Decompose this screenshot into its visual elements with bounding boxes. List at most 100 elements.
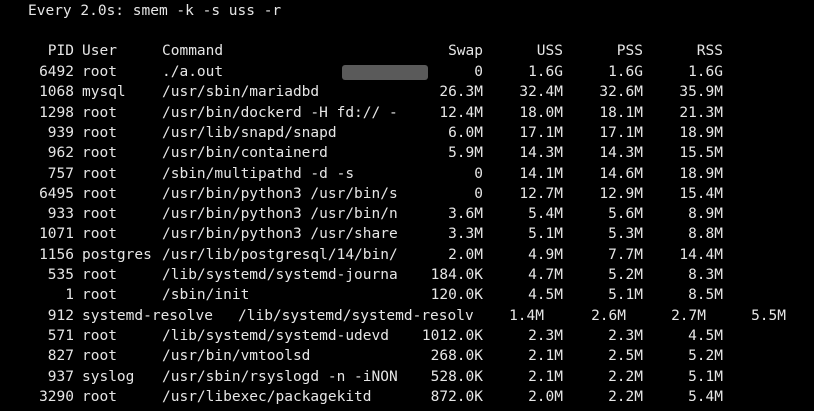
- pid-cell: 912: [47, 307, 74, 324]
- rss-cell: 5.4M: [688, 388, 723, 405]
- pid-cell: 1298: [39, 104, 74, 121]
- swap-cell: 1012.0K: [421, 327, 483, 344]
- pss-cell: 14.3M: [599, 145, 643, 162]
- user-cell: root: [82, 287, 117, 304]
- command-cell: /usr/bin/python3 /usr/bin/s: [162, 185, 398, 202]
- command-cell: /lib/systemd/systemd-journa: [162, 267, 398, 283]
- uss-cell: 2.3M: [528, 327, 563, 344]
- command-cell: /usr/bin/vmtoolsd: [162, 348, 311, 365]
- command-cell: /sbin/multipathd -d -s: [162, 165, 355, 182]
- command-cell: /usr/bin/python3 /usr/share: [162, 226, 398, 243]
- pss-cell: 18.1M: [599, 104, 643, 121]
- rss-cell: 8.8M: [688, 226, 723, 243]
- watch-header: Every 2.0s: smem -k -s uss -r: [28, 3, 282, 19]
- table-row: 1071 root/usr/bin/python3 /usr/share 3.3M 5…: [0, 224, 814, 244]
- rss-cell: 4.5M: [688, 327, 723, 344]
- swap-cell: 3.6M: [448, 206, 483, 223]
- rss-cell: 1.6G: [688, 64, 723, 80]
- command-cell: /usr/libexec/packagekitd: [162, 388, 372, 405]
- rss-cell: 15.5M: [679, 145, 723, 162]
- table-row: 757 root/sbin/multipathd -d -s 0 14.1M 14.6M…: [0, 164, 814, 184]
- swap-cell: 0: [474, 185, 483, 202]
- user-cell: root: [82, 145, 117, 162]
- uss-cell: 4.9M: [528, 246, 563, 263]
- pss-cell: 2.5M: [608, 348, 643, 365]
- uss-cell: 2.1M: [528, 368, 563, 385]
- pss-cell: 14.6M: [599, 165, 643, 182]
- command-cell: /usr/bin/dockerd -H fd:// -: [162, 104, 398, 121]
- pss-cell: 5.2M: [608, 267, 643, 283]
- command-cell: /usr/sbin/rsyslogd -n -iNON: [162, 368, 398, 385]
- table-header: PID User Command Swap USS PSS RSS: [0, 41, 814, 61]
- pss-cell: 2.2M: [608, 368, 643, 385]
- rss-cell: 35.9M: [679, 84, 723, 101]
- command-cell: /usr/sbin/mariadbd: [162, 84, 320, 101]
- rss-cell: 8.3M: [688, 267, 723, 283]
- redaction-block: [342, 65, 428, 80]
- pss-cell: 5.6M: [608, 206, 643, 223]
- table-row: 1298 root/usr/bin/dockerd -H fd:// - 12.4M…: [0, 103, 814, 123]
- column-header-command: Command: [162, 43, 224, 59]
- swap-cell: 528.0K: [430, 368, 483, 385]
- user-cell: root: [82, 327, 117, 344]
- table-row: 933 root/usr/bin/python3 /usr/bin/n 3.6M 5.…: [0, 204, 814, 224]
- pss-cell: 5.3M: [608, 226, 643, 243]
- command-cell: /usr/bin/containerd: [162, 145, 328, 162]
- table-row: 571 root/lib/systemd/systemd-udevd 1012.0K…: [0, 326, 814, 346]
- user-cell: root: [82, 165, 117, 182]
- uss-cell: 5.4M: [528, 206, 563, 223]
- pid-cell: 571: [47, 327, 74, 344]
- table-row: 1068 mysql/usr/sbin/mariadbd 26.3M 32.4M 32.…: [0, 82, 814, 102]
- swap-cell: 6.0M: [448, 124, 483, 141]
- pid-cell: 933: [47, 206, 74, 223]
- uss-cell: 2.6M: [591, 307, 626, 324]
- swap-cell: 120.0K: [430, 287, 483, 304]
- rss-cell: 5.2M: [688, 348, 723, 365]
- pid-cell: 757: [47, 165, 74, 182]
- command-cell: /lib/systemd/systemd-resolv: [238, 307, 474, 324]
- command-cell: /sbin/init: [162, 287, 250, 304]
- command-cell: /usr/bin/python3 /usr/bin/n: [162, 206, 398, 223]
- pss-cell: 2.2M: [608, 388, 643, 405]
- column-header-rss: RSS: [696, 43, 723, 59]
- user-cell: syslog: [82, 368, 135, 385]
- table-row: 6492 root ./a.out 0 1.6G 1.6G 1.6G: [0, 62, 814, 82]
- pid-cell: 1071: [39, 226, 74, 243]
- swap-cell: 1.4M: [509, 307, 544, 324]
- rss-cell: 8.9M: [688, 206, 723, 223]
- rss-cell: 18.9M: [679, 165, 723, 182]
- pss-cell: 17.1M: [599, 124, 643, 141]
- swap-cell: 184.0K: [430, 267, 483, 283]
- pss-cell: 7.7M: [608, 246, 643, 263]
- terminal-window[interactable]: Every 2.0s: smem -k -s uss -r PID User C…: [0, 0, 814, 411]
- uss-cell: 2.0M: [528, 388, 563, 405]
- pss-cell: 32.6M: [599, 84, 643, 101]
- pid-cell: 6495: [39, 185, 74, 202]
- pss-cell: 2.3M: [608, 327, 643, 344]
- uss-cell: 1.6G: [528, 64, 563, 80]
- user-cell: root: [82, 388, 117, 405]
- rss-cell: 8.5M: [688, 287, 723, 304]
- column-header-pss: PSS: [616, 43, 643, 59]
- table-row: 1156 postgres/usr/lib/postgresql/14/bin/2…: [0, 245, 814, 265]
- user-cell: root: [82, 185, 117, 202]
- rss-cell: 21.3M: [679, 104, 723, 121]
- table-row: 3290 root/usr/libexec/packagekitd 872.0K 2.…: [0, 387, 814, 407]
- uss-cell: 4.7M: [528, 267, 563, 283]
- table-row: 535 root/lib/systemd/systemd-journa 184.0K…: [0, 265, 814, 285]
- rss-cell: 5.1M: [688, 368, 723, 385]
- user-cell: mysql: [82, 84, 126, 101]
- column-header-uss: USS: [536, 43, 563, 59]
- uss-cell: 5.1M: [528, 226, 563, 243]
- column-header-user: User: [82, 43, 117, 59]
- command-cell: /usr/lib/snapd/snapd: [162, 124, 337, 141]
- swap-cell: 268.0K: [430, 348, 483, 365]
- command-cell: /usr/lib/postgresql/14/bin/: [162, 246, 398, 263]
- user-cell: root: [82, 64, 117, 80]
- table-row: 939 root/usr/lib/snapd/snapd 6.0M 17.1M 17.1…: [0, 123, 814, 143]
- pss-cell: 5.1M: [608, 287, 643, 304]
- swap-cell: 2.0M: [448, 246, 483, 263]
- pid-cell: 1: [65, 287, 74, 304]
- swap-cell: 0: [474, 165, 483, 182]
- table-row: 962 root/usr/bin/containerd 5.9M 14.3M 14.3M…: [0, 143, 814, 163]
